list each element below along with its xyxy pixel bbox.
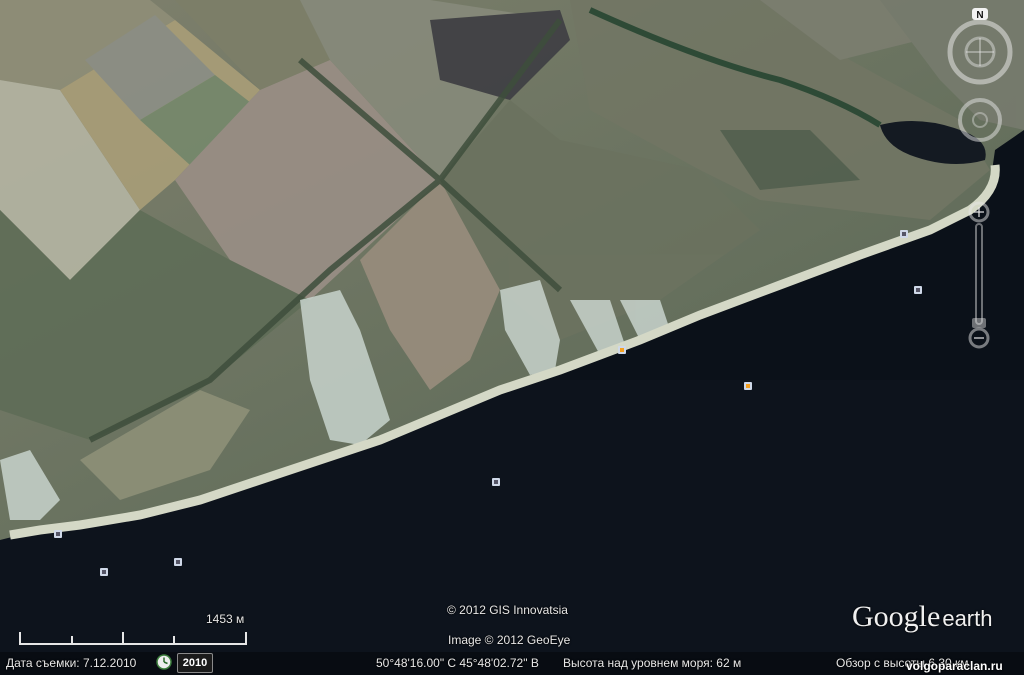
- placemark-icon[interactable]: [900, 230, 908, 238]
- elevation-readout: Высота над уровнем моря: 62 м: [563, 656, 742, 670]
- google-earth-logo: Googleearth: [852, 600, 993, 633]
- capture-date: Дата съемки: 7.12.2010: [6, 656, 137, 670]
- placemark-icon[interactable]: [618, 346, 626, 354]
- placemark-icon[interactable]: [100, 568, 108, 576]
- status-bar: Дата съемки: 7.12.2010 50°48'16.00" С 45…: [0, 652, 1024, 675]
- year-badge[interactable]: 2010: [177, 653, 213, 673]
- earth-viewport[interactable]: N © 2012 GIS Innovatsia Image © 2012 Geo…: [0, 0, 1024, 675]
- navigation-control[interactable]: N: [940, 6, 1020, 144]
- placemark-icon[interactable]: [174, 558, 182, 566]
- historical-imagery-clock-icon[interactable]: [156, 654, 172, 670]
- placemark-icon[interactable]: [914, 286, 922, 294]
- placemark-icon[interactable]: [492, 478, 500, 486]
- zoom-out-button[interactable]: [968, 327, 990, 349]
- look-joystick[interactable]: [958, 98, 1002, 142]
- copyright-gis: © 2012 GIS Innovatsia: [447, 603, 568, 617]
- zoom-in-button[interactable]: [968, 201, 990, 223]
- satellite-map[interactable]: [0, 0, 1024, 675]
- svg-text:N: N: [976, 10, 983, 21]
- zoom-track[interactable]: [975, 223, 983, 325]
- coordinates-readout: 50°48'16.00" С 45°48'02.72" В: [376, 656, 539, 670]
- placemark-icon[interactable]: [744, 382, 752, 390]
- placemark-icon[interactable]: [54, 530, 62, 538]
- copyright-imagery: Image © 2012 GeoEye: [448, 633, 571, 647]
- zoom-thumb[interactable]: [972, 318, 986, 328]
- scale-bar: [19, 632, 247, 645]
- zoom-slider[interactable]: [964, 200, 994, 350]
- north-indicator[interactable]: N: [972, 8, 988, 21]
- scale-label: 1453 м: [206, 612, 245, 626]
- watermark-text: volgoparaclan.ru: [906, 659, 1003, 673]
- compass-ring[interactable]: [947, 19, 1013, 85]
